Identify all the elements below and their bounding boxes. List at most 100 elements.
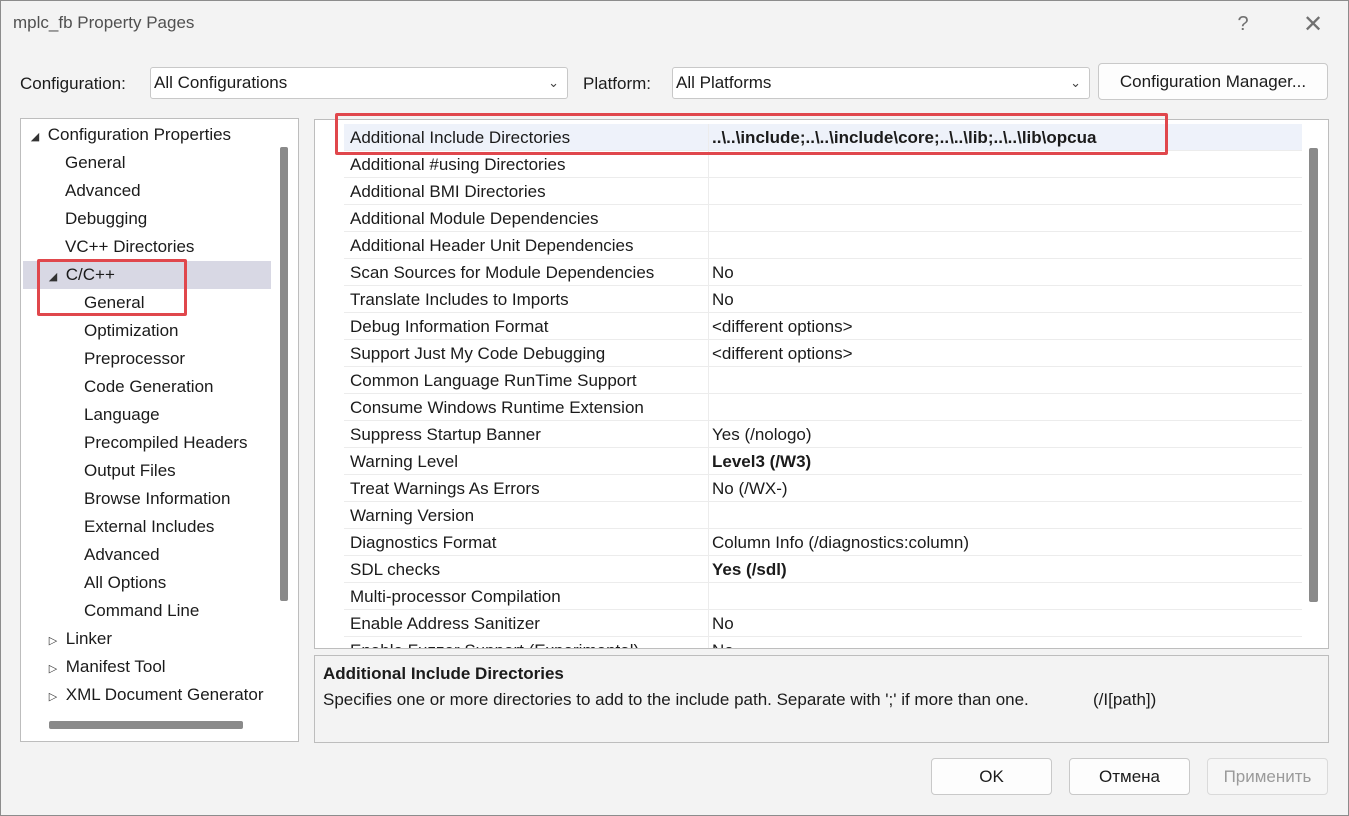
tree-horizontal-scrollbar[interactable] <box>49 721 243 729</box>
tree-item-xml-document-generator[interactable]: ▷ XML Document Generator <box>45 681 264 709</box>
property-value[interactable]: Level3 (/W3) <box>712 448 811 475</box>
expanded-arrow-icon: ◢ <box>30 131 40 143</box>
column-separator <box>708 178 709 205</box>
window-title: mplc_fb Property Pages <box>13 13 195 32</box>
collapsed-arrow-icon: ▷ <box>48 691 58 703</box>
column-separator <box>708 286 709 313</box>
tree-item-cpp-advanced[interactable]: Advanced <box>84 541 160 569</box>
property-pages-dialog: mplc_fb Property Pages ? ✕ Configuration… <box>0 0 1349 816</box>
tree-item-preprocessor[interactable]: Preprocessor <box>84 345 185 373</box>
column-separator <box>708 448 709 475</box>
tree-item-cpp[interactable]: ◢ C/C++ <box>23 261 271 289</box>
configuration-manager-button[interactable]: Configuration Manager... <box>1098 63 1328 100</box>
tree-item-advanced[interactable]: Advanced <box>65 177 141 205</box>
property-row[interactable]: Additional Include Directories ..\..\incl… <box>344 124 1302 151</box>
column-separator <box>708 367 709 394</box>
ok-button[interactable]: OK <box>931 758 1052 795</box>
property-value[interactable]: No <box>712 286 734 313</box>
tree-item-all-options[interactable]: All Options <box>84 569 166 597</box>
tree-item-general[interactable]: General <box>65 149 125 177</box>
property-value[interactable]: Column Info (/diagnostics:column) <box>712 529 969 556</box>
cancel-button[interactable]: Отмена <box>1069 758 1190 795</box>
tree-item-manifest-tool[interactable]: ▷ Manifest Tool <box>45 653 166 681</box>
platform-dropdown[interactable]: All Platforms ⌄ <box>672 67 1090 99</box>
column-separator <box>708 394 709 421</box>
property-row[interactable]: Multi-processor Compilation <box>344 583 1302 610</box>
platform-value: All Platforms <box>676 73 772 92</box>
close-icon: ✕ <box>1302 10 1324 38</box>
apply-button[interactable]: Применить <box>1207 758 1328 795</box>
property-row[interactable]: Additional BMI Directories <box>344 178 1302 205</box>
tree-item-precompiled-headers[interactable]: Precompiled Headers <box>84 429 247 457</box>
property-row[interactable]: SDL checks Yes (/sdl) <box>344 556 1302 583</box>
property-row[interactable]: Scan Sources for Module Dependencies No <box>344 259 1302 286</box>
tree-vertical-scrollbar[interactable] <box>280 147 288 601</box>
property-row[interactable]: Additional Header Unit Dependencies <box>344 232 1302 259</box>
column-separator <box>708 583 709 610</box>
close-button[interactable]: ✕ <box>1293 9 1333 39</box>
property-grid: Additional Include Directories ..\..\incl… <box>314 119 1329 649</box>
property-name: Enable Address Sanitizer <box>350 614 540 633</box>
property-name: Warning Level <box>350 452 459 471</box>
property-name: Additional Header Unit Dependencies <box>350 236 634 255</box>
column-separator <box>708 502 709 529</box>
help-icon: ? <box>1237 12 1249 35</box>
property-name: Enable Fuzzer Support (Experimental) <box>350 637 639 648</box>
property-name: Scan Sources for Module Dependencies <box>350 263 655 282</box>
configuration-value: All Configurations <box>154 73 288 92</box>
property-value[interactable]: No <box>712 259 734 286</box>
property-row[interactable]: Suppress Startup Banner Yes (/nologo) <box>344 421 1302 448</box>
property-row[interactable]: Debug Information Format <different optio… <box>344 313 1302 340</box>
column-separator <box>708 232 709 259</box>
property-name: Translate Includes to Imports <box>350 290 569 309</box>
property-row[interactable]: Translate Includes to Imports No <box>344 286 1302 313</box>
property-row[interactable]: Warning Version <box>344 502 1302 529</box>
property-value[interactable]: <different options> <box>712 313 853 340</box>
tree-item-browse-information[interactable]: Browse Information <box>84 485 230 513</box>
property-value[interactable]: ..\..\include;..\..\include\core;..\..\l… <box>712 124 1096 151</box>
property-name: Additional BMI Directories <box>350 182 546 201</box>
property-value[interactable]: <different options> <box>712 340 853 367</box>
tree-item-optimization[interactable]: Optimization <box>84 317 178 345</box>
property-row[interactable]: Enable Fuzzer Support (Experimental) No <box>344 637 1302 648</box>
property-row[interactable]: Additional #using Directories <box>344 151 1302 178</box>
property-row[interactable]: Additional Module Dependencies <box>344 205 1302 232</box>
description-title: Additional Include Directories <box>323 664 564 683</box>
collapsed-arrow-icon: ▷ <box>48 663 58 675</box>
configuration-dropdown[interactable]: All Configurations ⌄ <box>150 67 568 99</box>
tree-item-label: C/C++ <box>65 265 115 284</box>
property-row[interactable]: Warning Level Level3 (/W3) <box>344 448 1302 475</box>
property-row[interactable]: Support Just My Code Debugging <different… <box>344 340 1302 367</box>
column-separator <box>708 313 709 340</box>
property-row[interactable]: Common Language RunTime Support <box>344 367 1302 394</box>
title-bar: mplc_fb Property Pages ? ✕ <box>1 1 1348 47</box>
property-value[interactable]: No <box>712 637 734 648</box>
tree-item-code-generation[interactable]: Code Generation <box>84 373 213 401</box>
property-value[interactable]: No <box>712 610 734 637</box>
tree-item-configuration-properties[interactable]: ◢ Configuration Properties <box>27 121 231 149</box>
help-button[interactable]: ? <box>1223 9 1263 39</box>
property-name: Consume Windows Runtime Extension <box>350 398 644 417</box>
tree-item-language[interactable]: Language <box>84 401 160 429</box>
property-value[interactable]: Yes (/sdl) <box>712 556 787 583</box>
tree-item-command-line[interactable]: Command Line <box>84 597 199 625</box>
property-row[interactable]: Consume Windows Runtime Extension <box>344 394 1302 421</box>
tree-item-vc-directories[interactable]: VC++ Directories <box>65 233 194 261</box>
tree-item-debugging[interactable]: Debugging <box>65 205 147 233</box>
tree-item-external-includes[interactable]: External Includes <box>84 513 214 541</box>
property-row[interactable]: Diagnostics Format Column Info (/diagnost… <box>344 529 1302 556</box>
property-name: Common Language RunTime Support <box>350 371 637 390</box>
platform-label: Platform: <box>583 74 652 93</box>
tree-item-label: Linker <box>65 629 113 648</box>
property-row[interactable]: Enable Address Sanitizer No <box>344 610 1302 637</box>
grid-vertical-scrollbar[interactable] <box>1309 148 1318 602</box>
property-value[interactable]: No (/WX-) <box>712 475 788 502</box>
tree-item-output-files[interactable]: Output Files <box>84 457 176 485</box>
property-value[interactable]: Yes (/nologo) <box>712 421 812 448</box>
tree-item-cpp-general[interactable]: General <box>84 289 144 317</box>
tree-item-linker[interactable]: ▷ Linker <box>45 625 112 653</box>
tree-item-label: Configuration Properties <box>47 125 232 144</box>
property-row[interactable]: Treat Warnings As Errors No (/WX-) <box>344 475 1302 502</box>
column-separator <box>708 340 709 367</box>
column-separator <box>708 205 709 232</box>
